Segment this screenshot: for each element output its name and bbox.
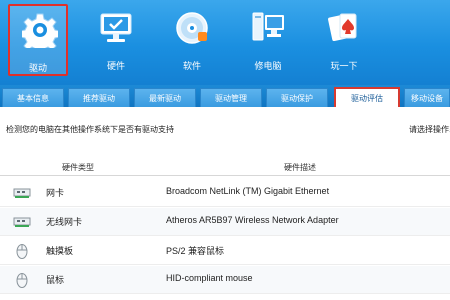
- column-hardware-description: 硬件描述: [284, 163, 316, 172]
- page-description: 检测您的电脑在其他操作系统下是否有驱动支持: [6, 125, 174, 134]
- hardware-type: 触摸板: [46, 247, 74, 257]
- toolbar-label: 修电脑: [254, 62, 282, 72]
- hardware-description: PS/2 兼容鼠标: [166, 246, 225, 256]
- table-header: 硬件类型 硬件描述: [0, 160, 450, 176]
- toolbar-hardware-button[interactable]: 硬件: [86, 4, 146, 76]
- toolbar-label: 软件: [182, 62, 201, 72]
- disc-icon: [176, 12, 208, 44]
- table-row[interactable]: 网卡 Broadcom NetLink (TM) Gigabit Etherne…: [0, 179, 450, 207]
- table-row[interactable]: 触摸板 PS/2 兼容鼠标: [0, 237, 450, 265]
- computer-repair-icon: [252, 12, 284, 41]
- tab-mobile-devices[interactable]: 移动设备: [404, 88, 450, 107]
- column-hardware-type: 硬件类型: [62, 163, 94, 172]
- tab-driver-evaluation[interactable]: 驱动评估: [334, 87, 400, 107]
- tab-strip: 基本信息 推荐驱动 最新驱动 驱动管理 驱动保护 驱动评估 移动设备: [0, 85, 450, 107]
- toolbar-play-button[interactable]: 玩一下: [314, 4, 374, 76]
- toolbar-repair-button[interactable]: 修电脑: [238, 4, 298, 76]
- toolbar-label: 驱动: [28, 64, 47, 74]
- network-card-icon: [13, 188, 31, 198]
- wireless-card-icon: [13, 217, 31, 227]
- tab-driver-protection[interactable]: 驱动保护: [266, 88, 328, 107]
- hardware-type: 无线网卡: [46, 218, 83, 228]
- hardware-description: HID-compliant mouse: [166, 273, 253, 283]
- toolbar-label: 硬件: [106, 62, 125, 72]
- tab-latest-drivers[interactable]: 最新驱动: [134, 88, 196, 107]
- hardware-description: Atheros AR5B97 Wireless Network Adapter: [166, 215, 339, 225]
- table-row[interactable]: 鼠标 HID-compliant mouse: [0, 266, 450, 294]
- toolbar-software-button[interactable]: 软件: [162, 4, 222, 76]
- tab-basic-info[interactable]: 基本信息: [2, 88, 64, 107]
- top-toolbar: 驱动 硬件 软件 修电脑 玩一下: [0, 0, 450, 85]
- hardware-type: 网卡: [46, 189, 65, 199]
- toolbar-driver-button[interactable]: 驱动: [8, 4, 68, 76]
- tab-driver-management[interactable]: 驱动管理: [200, 88, 262, 107]
- hardware-description: Broadcom NetLink (TM) Gigabit Ethernet: [166, 186, 330, 196]
- touchpad-icon: [16, 244, 28, 259]
- mouse-icon: [16, 273, 28, 288]
- hardware-type: 鼠标: [46, 276, 65, 286]
- cards-icon: [328, 13, 357, 42]
- tab-recommended-drivers[interactable]: 推荐驱动: [68, 88, 130, 107]
- gear-icon: [22, 13, 58, 48]
- toolbar-label: 玩一下: [330, 62, 358, 72]
- monitor-icon: [100, 13, 132, 42]
- os-select-hint[interactable]: 请选择操作系统: [409, 124, 450, 135]
- table-row[interactable]: 无线网卡 Atheros AR5B97 Wireless Network Ada…: [0, 208, 450, 236]
